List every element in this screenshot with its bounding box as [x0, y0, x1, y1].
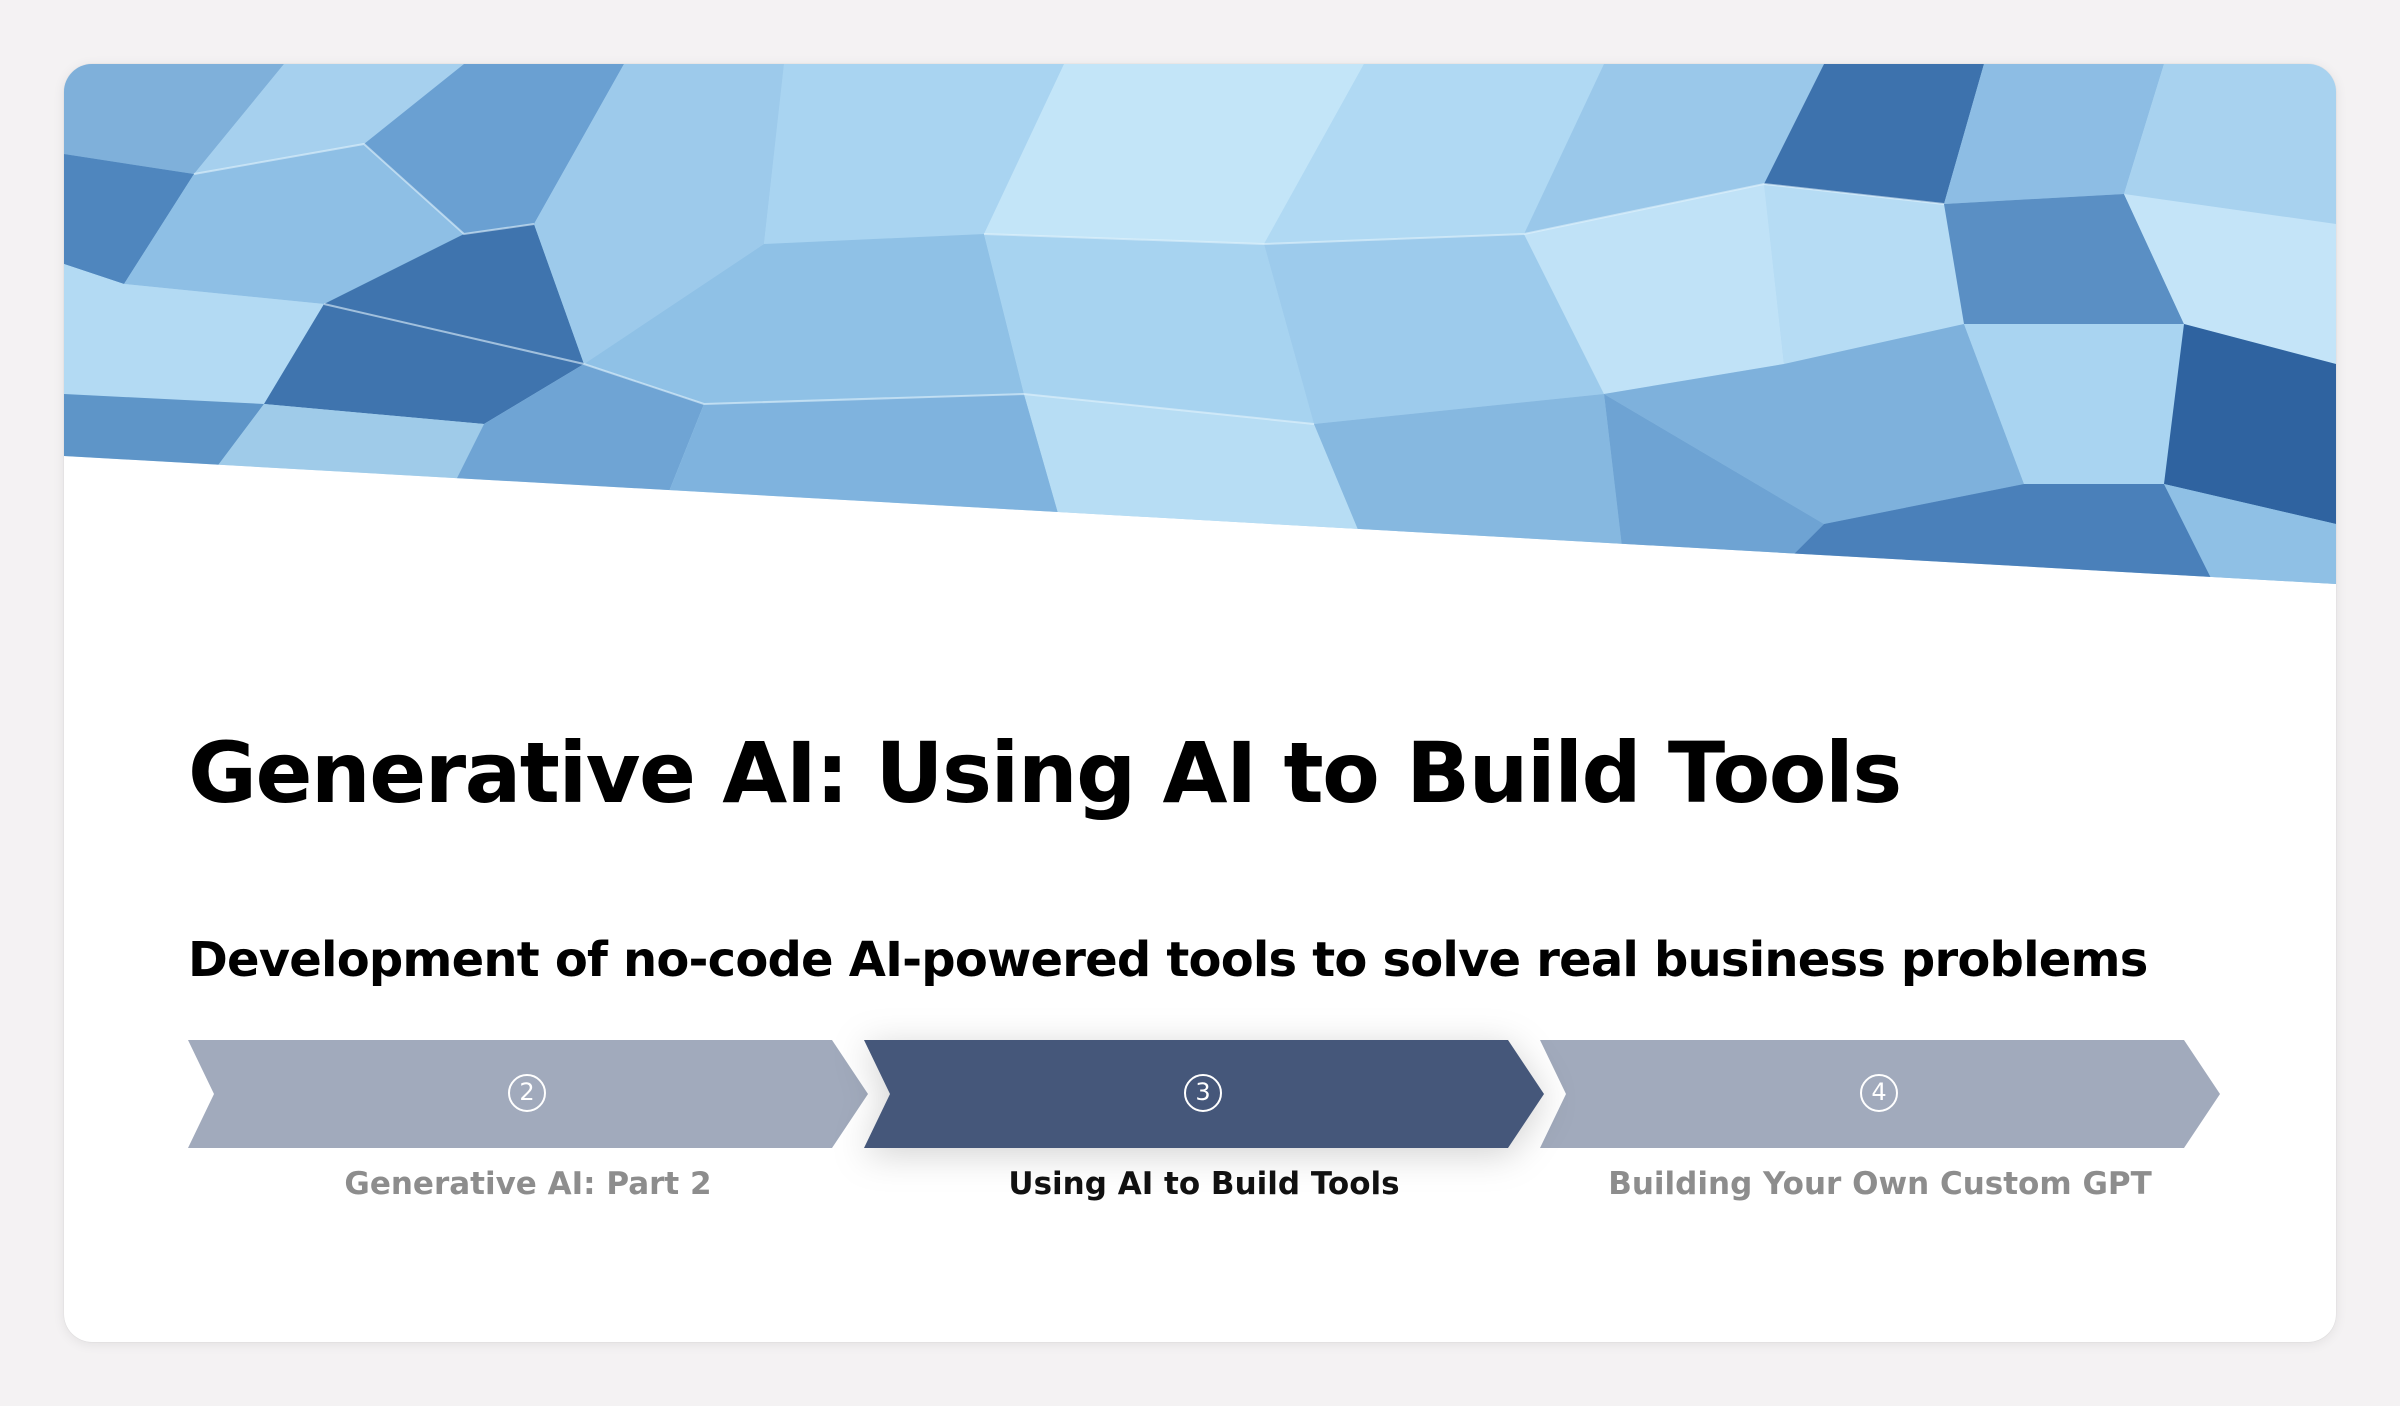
step-generative-ai-part-2[interactable]: 2 Generative AI: Part 2	[188, 1040, 868, 1220]
course-progress-steps: 2 Generative AI: Part 2 3 Using AI to Bu…	[188, 980, 2288, 1260]
step-label[interactable]: Building Your Own Custom GPT	[1540, 1166, 2220, 1202]
step-number-circle: 3	[1184, 1074, 1222, 1112]
page-title: Generative AI: Using AI to Build Tools	[188, 724, 1902, 822]
step-label[interactable]: Using AI to Build Tools	[864, 1166, 1544, 1202]
step-label[interactable]: Generative AI: Part 2	[188, 1166, 868, 1202]
step-building-your-own-custom-gpt[interactable]: 4 Building Your Own Custom GPT	[1540, 1040, 2220, 1220]
banner-image	[64, 64, 2336, 584]
step-number-circle: 4	[1860, 1074, 1898, 1112]
step-using-ai-to-build-tools[interactable]: 3 Using AI to Build Tools	[864, 1040, 1544, 1220]
course-card: Generative AI: Using AI to Build Tools D…	[64, 64, 2336, 1342]
step-number-circle: 2	[508, 1074, 546, 1112]
